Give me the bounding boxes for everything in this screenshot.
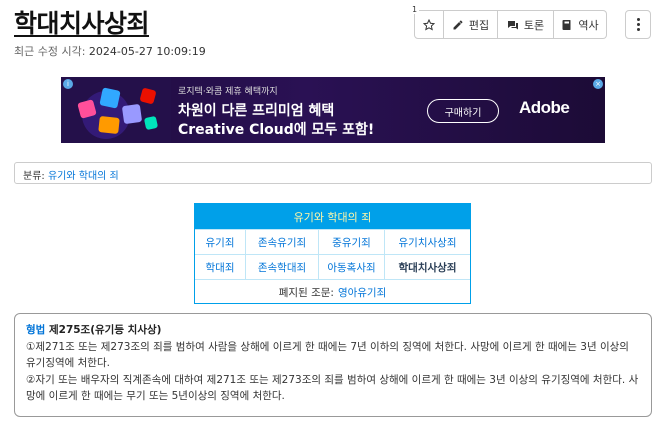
- edit-icon: [453, 20, 463, 29]
- ad-info-icon[interactable]: i: [63, 79, 73, 89]
- navbox-link[interactable]: 유기치사상죄: [384, 230, 470, 254]
- ad-buy-button[interactable]: 구매하기: [427, 99, 499, 123]
- ad-headline-1: 차원이 다른 프리미엄 혜택: [178, 103, 335, 119]
- last-modified-label: 최근 수정 시각:: [14, 45, 86, 58]
- law-paragraph-2: ②자기 또는 배우자의 직계존속에 대하여 제271조 또는 제273조의 죄를…: [26, 373, 639, 403]
- law-heading: 형법 제275조(유기등 치사상): [26, 322, 640, 339]
- navbox-row: 유기죄 존속유기죄 중유기죄 유기치사상죄: [195, 229, 470, 254]
- category-link[interactable]: 유기와 학대의 죄: [48, 171, 119, 182]
- edit-label: 편집: [468, 18, 490, 32]
- navbox-current-page: 학대치사상죄: [384, 255, 470, 279]
- last-modified-timestamp: 2024-05-27 10:09:19: [88, 45, 206, 58]
- category-bar: 분류: 유기와 학대의 죄: [14, 162, 652, 184]
- chat-icon: [507, 20, 518, 29]
- star-button[interactable]: 1: [410, 5, 444, 39]
- page-title: 학대치사상죄: [14, 9, 150, 38]
- discuss-label: 토론: [523, 18, 545, 32]
- navbox-footer-label: 폐지된 조문:: [278, 286, 334, 299]
- law-paragraph-1: ①제271조 또는 제273조의 죄를 범하여 사람을 상해에 이르게 한 때에…: [26, 340, 629, 370]
- navbox-link[interactable]: 아동혹사죄: [318, 255, 384, 279]
- navbox-link[interactable]: 중유기죄: [318, 230, 384, 254]
- ad-close-icon[interactable]: ×: [593, 79, 603, 89]
- law-article: 제275조(유기등 치사상): [48, 324, 162, 336]
- law-name-link[interactable]: 형법: [26, 324, 45, 336]
- star-count: 1: [410, 5, 420, 14]
- law-quote-box: 형법 제275조(유기등 치사상) ①제271조 또는 제273조의 죄를 범하…: [14, 313, 652, 417]
- ad-pretext: 로지텍·와콤 제휴 혜택까지: [178, 87, 278, 97]
- category-label: 분류:: [23, 171, 45, 182]
- more-vertical-icon[interactable]: [625, 10, 651, 39]
- navbox-link[interactable]: 유기죄: [195, 230, 245, 254]
- navbox-link[interactable]: 학대죄: [195, 255, 245, 279]
- book-icon: [562, 19, 571, 30]
- navbox-row: 학대죄 존속학대죄 아동혹사죄 학대치사상죄: [195, 254, 470, 279]
- last-modified: 최근 수정 시각: 2024-05-27 10:09:19: [14, 43, 206, 59]
- adobe-logo: Adobe: [519, 98, 570, 117]
- history-button[interactable]: 역사: [554, 10, 607, 39]
- ad-headline-2: Creative Cloud에 모두 포함!: [178, 122, 375, 138]
- creative-cloud-art-icon: [61, 77, 171, 143]
- navbox-link[interactable]: 존속유기죄: [245, 230, 318, 254]
- star-icon: [423, 18, 435, 31]
- navbox-title[interactable]: 유기와 학대의 죄: [195, 204, 470, 229]
- edit-button[interactable]: 편집: [444, 10, 498, 39]
- history-label: 역사: [578, 18, 599, 32]
- navbox: 유기와 학대의 죄 유기죄 존속유기죄 중유기죄 유기치사상죄 학대죄 존속학대…: [194, 203, 471, 304]
- navbox-footer: 폐지된 조문: 영아유기죄: [195, 279, 470, 304]
- advertisement-banner[interactable]: i × 로지텍·와콤 제휴 혜택까지 차원이 다른 프리미엄 혜택 Creati…: [61, 77, 605, 143]
- navbox-footer-link[interactable]: 영아유기죄: [338, 285, 386, 300]
- navbox-link[interactable]: 존속학대죄: [245, 255, 318, 279]
- discuss-button[interactable]: 토론: [498, 10, 554, 39]
- article-toolbar: 1 편집 토론 역사: [410, 5, 607, 39]
